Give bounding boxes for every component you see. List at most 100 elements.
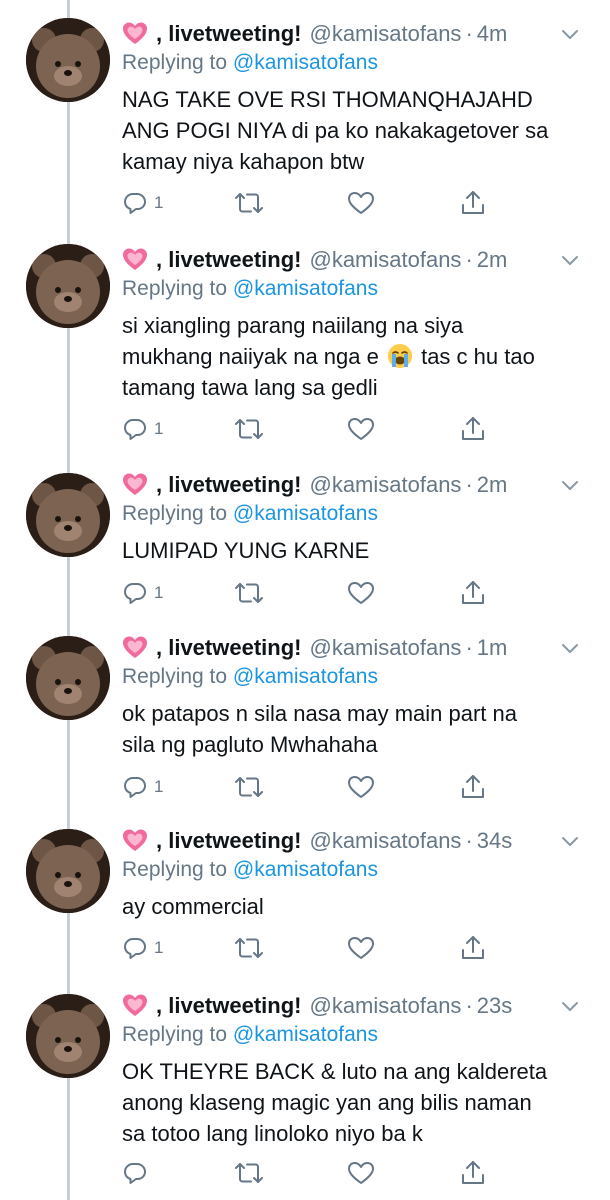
tweet[interactable]: , livetweeting! @kamisatofans · 1m Reply… bbox=[0, 614, 610, 809]
display-name[interactable]: , livetweeting! bbox=[156, 990, 301, 1022]
bear-avatar-icon bbox=[26, 636, 110, 720]
reply-button[interactable]: 1 bbox=[122, 578, 163, 608]
share-icon bbox=[462, 191, 484, 214]
user-handle[interactable]: @kamisatofans bbox=[309, 825, 461, 857]
share-button[interactable] bbox=[460, 933, 486, 963]
retweet-button[interactable] bbox=[234, 772, 264, 802]
share-button[interactable] bbox=[460, 772, 486, 802]
like-button[interactable] bbox=[347, 414, 375, 444]
share-button[interactable] bbox=[460, 188, 486, 218]
display-name[interactable]: , livetweeting! bbox=[156, 469, 301, 501]
display-name[interactable]: , livetweeting! bbox=[156, 18, 301, 50]
user-handle[interactable]: @kamisatofans bbox=[309, 469, 461, 501]
replying-to-line: Replying to @kamisatofans bbox=[122, 1020, 378, 1050]
avatar[interactable] bbox=[26, 18, 110, 102]
like-icon bbox=[348, 1162, 374, 1184]
tweet[interactable]: , livetweeting! @kamisatofans · 4m Reply… bbox=[0, 0, 610, 228]
timestamp[interactable]: 4m bbox=[477, 18, 508, 50]
chevron-down-icon[interactable] bbox=[560, 254, 580, 268]
timestamp[interactable]: 2m bbox=[477, 469, 508, 501]
tweet-text: LUMIPAD YUNG KARNE bbox=[122, 535, 584, 566]
mention-link[interactable]: @kamisatofans bbox=[233, 277, 378, 300]
tweet-text-line: anong klaseng magic yan ang bilis naman bbox=[122, 1090, 532, 1115]
user-handle[interactable]: @kamisatofans bbox=[309, 244, 461, 276]
mention-link[interactable]: @kamisatofans bbox=[233, 502, 378, 525]
timestamp[interactable]: 2m bbox=[477, 244, 508, 276]
avatar[interactable] bbox=[26, 829, 110, 913]
chevron-down-icon[interactable] bbox=[560, 835, 580, 849]
like-button[interactable] bbox=[347, 1158, 375, 1188]
chevron-down-icon[interactable] bbox=[560, 28, 580, 42]
tweet-text-line: tamang tawa lang sa gedli bbox=[122, 375, 378, 400]
mention-link[interactable]: @kamisatofans bbox=[233, 858, 378, 881]
like-icon bbox=[348, 192, 374, 214]
share-button[interactable] bbox=[460, 414, 486, 444]
share-button[interactable] bbox=[460, 1158, 486, 1188]
timestamp[interactable]: 1m bbox=[477, 632, 508, 664]
tweet-text-segment: mukhang naiiyak na nga e bbox=[122, 344, 385, 369]
tweet-actions: 1 bbox=[122, 933, 502, 963]
reply-button[interactable]: 1 bbox=[122, 188, 163, 218]
share-button[interactable] bbox=[460, 578, 486, 608]
tweet-header: , livetweeting! @kamisatofans · 34s bbox=[122, 825, 512, 857]
display-name[interactable]: , livetweeting! bbox=[156, 244, 301, 276]
mention-link[interactable]: @kamisatofans bbox=[233, 665, 378, 688]
reply-button[interactable]: 1 bbox=[122, 414, 163, 444]
tweet-header: , livetweeting! @kamisatofans · 23s bbox=[122, 990, 512, 1022]
chevron-down-icon[interactable] bbox=[560, 1000, 580, 1014]
tweet-text-line: ay commercial bbox=[122, 894, 264, 919]
retweet-button[interactable] bbox=[234, 933, 264, 963]
like-button[interactable] bbox=[347, 188, 375, 218]
replying-to-line: Replying to @kamisatofans bbox=[122, 855, 378, 885]
timestamp[interactable]: 23s bbox=[477, 990, 512, 1022]
tweet-header: , livetweeting! @kamisatofans · 4m bbox=[122, 18, 507, 50]
like-button[interactable] bbox=[347, 578, 375, 608]
growing-heart-emoji-icon bbox=[123, 829, 147, 851]
avatar[interactable] bbox=[26, 636, 110, 720]
chevron-down-icon[interactable] bbox=[560, 642, 580, 656]
reply-icon bbox=[124, 419, 146, 440]
avatar[interactable] bbox=[26, 244, 110, 328]
retweet-button[interactable] bbox=[234, 1158, 264, 1188]
chevron-down-icon[interactable] bbox=[560, 479, 580, 493]
tweet[interactable]: , livetweeting! @kamisatofans · 2m Reply… bbox=[0, 451, 610, 617]
bear-avatar-icon bbox=[26, 244, 110, 328]
retweet-icon bbox=[235, 419, 263, 439]
display-name[interactable]: , livetweeting! bbox=[156, 825, 301, 857]
retweet-button[interactable] bbox=[234, 188, 264, 218]
retweet-icon bbox=[235, 777, 263, 797]
avatar[interactable] bbox=[26, 473, 110, 557]
replying-to-line: Replying to @kamisatofans bbox=[122, 48, 378, 78]
tweet-header: , livetweeting! @kamisatofans · 2m bbox=[122, 469, 507, 501]
retweet-button[interactable] bbox=[234, 414, 264, 444]
like-icon bbox=[348, 776, 374, 798]
retweet-button[interactable] bbox=[234, 578, 264, 608]
tweet-actions: 1 bbox=[122, 188, 502, 218]
reply-count: 1 bbox=[154, 193, 164, 212]
reply-button[interactable]: 1 bbox=[122, 933, 163, 963]
tweet-actions: 1 bbox=[122, 578, 502, 608]
tweet[interactable]: , livetweeting! @kamisatofans · 34s Repl… bbox=[0, 807, 610, 977]
mention-link[interactable]: @kamisatofans bbox=[233, 1023, 378, 1046]
display-name[interactable]: , livetweeting! bbox=[156, 632, 301, 664]
tweet[interactable]: , livetweeting! @kamisatofans · 23s Repl… bbox=[0, 972, 610, 1200]
bear-avatar-icon bbox=[26, 829, 110, 913]
user-handle[interactable]: @kamisatofans bbox=[309, 18, 461, 50]
retweet-icon bbox=[235, 1163, 263, 1183]
user-handle[interactable]: @kamisatofans bbox=[309, 632, 461, 664]
reply-button[interactable] bbox=[122, 1158, 154, 1188]
user-handle[interactable]: @kamisatofans bbox=[309, 990, 461, 1022]
like-icon bbox=[348, 582, 374, 604]
reply-count: 1 bbox=[154, 583, 164, 602]
tweet[interactable]: , livetweeting! @kamisatofans · 2m Reply… bbox=[0, 226, 610, 454]
timestamp[interactable]: 34s bbox=[477, 825, 512, 857]
avatar[interactable] bbox=[26, 994, 110, 1078]
mention-link[interactable]: @kamisatofans bbox=[233, 51, 378, 74]
tweet-text-line: sila ng pagluto Mwhahaha bbox=[122, 732, 378, 757]
share-icon bbox=[462, 775, 484, 798]
like-button[interactable] bbox=[347, 933, 375, 963]
replying-to-label: Replying to bbox=[122, 1023, 228, 1046]
replying-to-line: Replying to @kamisatofans bbox=[122, 499, 378, 529]
like-button[interactable] bbox=[347, 772, 375, 802]
reply-button[interactable]: 1 bbox=[122, 772, 163, 802]
